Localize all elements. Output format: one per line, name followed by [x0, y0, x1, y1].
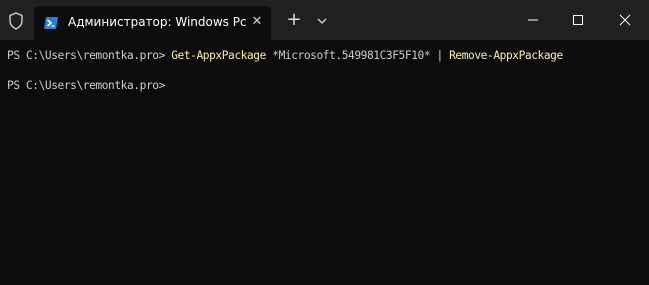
prompt: PS C:\Users\remontka.pro>: [7, 49, 172, 62]
close-icon[interactable]: ✕: [248, 13, 266, 31]
shield-icon: [9, 12, 23, 30]
chevron-down-icon[interactable]: [312, 11, 332, 31]
prompt: PS C:\Users\remontka.pro>: [7, 79, 165, 92]
pipe-symbol: |: [436, 49, 450, 62]
prompt-line: PS C:\Users\remontka.pro>: [7, 79, 165, 92]
tab-powershell[interactable]: Администратор: Windows Pc ✕: [34, 6, 271, 40]
command-get: Get-AppxPackage: [171, 49, 266, 62]
command-remove: Remove-AppxPackage: [449, 49, 563, 62]
maximize-icon[interactable]: [563, 10, 593, 30]
terminal-output[interactable]: PS C:\Users\remontka.pro> Get-AppxPackag…: [0, 40, 649, 285]
plus-icon[interactable]: +: [284, 11, 304, 31]
title-bar[interactable]: Администратор: Windows Pc ✕ +: [0, 0, 649, 40]
terminal-window: Администратор: Windows Pc ✕ + PS C:\User…: [0, 0, 649, 285]
powershell-icon: [44, 17, 58, 29]
command-line: PS C:\Users\remontka.pro> Get-AppxPackag…: [7, 49, 563, 62]
command-argument: *Microsoft.549981C3F5F10*: [265, 49, 437, 62]
close-window-icon[interactable]: [610, 10, 640, 30]
tab-title: Администратор: Windows Pc: [68, 15, 247, 29]
minimize-icon[interactable]: [518, 10, 548, 30]
